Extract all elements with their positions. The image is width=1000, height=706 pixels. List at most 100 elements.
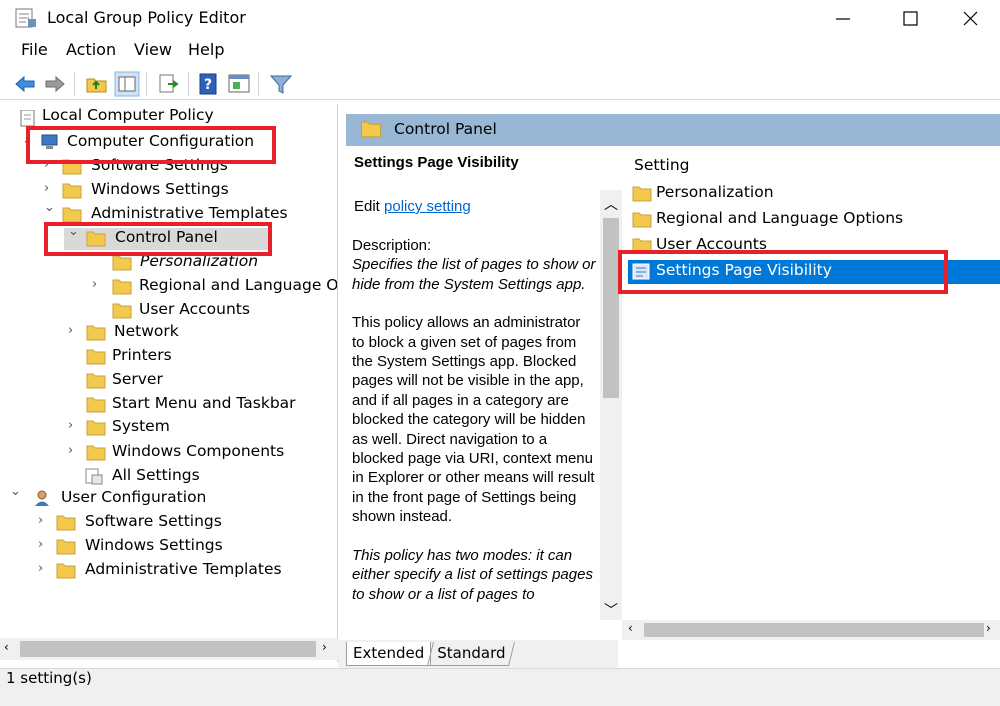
chevron-right-icon[interactable]: › (68, 418, 80, 436)
folder-icon (86, 420, 106, 436)
scroll-right-icon[interactable]: › (322, 640, 327, 654)
settings-list-pane: Setting Personalization Regional and Lan… (622, 146, 1000, 640)
tab-standard[interactable]: Standard (427, 642, 516, 666)
chevron-right-icon[interactable]: › (38, 537, 50, 555)
description-label: Description: (352, 237, 432, 254)
toolbar-separator (74, 72, 75, 96)
scroll-up-icon[interactable]: ︿ (604, 194, 618, 214)
status-text: 1 setting(s) (6, 669, 92, 687)
chevron-right-icon[interactable]: › (92, 277, 104, 295)
tree-label: Administrative Templates (91, 204, 288, 222)
forward-icon[interactable] (42, 71, 68, 97)
export-list-icon[interactable] (156, 71, 182, 97)
tab-extended[interactable]: Extended (346, 642, 432, 666)
tree-network[interactable]: › Network (0, 322, 320, 344)
filter-icon[interactable] (268, 71, 294, 97)
scroll-left-icon[interactable]: ‹ (628, 621, 633, 635)
folder-icon (62, 183, 82, 199)
tree-label: User Configuration (61, 488, 207, 506)
svg-text:?: ? (204, 77, 212, 93)
scrollbar-thumb[interactable] (20, 641, 316, 657)
tree-label: Printers (112, 346, 172, 364)
description-body: Description: Specifies the list of pages… (352, 236, 596, 623)
folder-icon (112, 303, 132, 319)
edit-policy-setting-link[interactable]: policy setting (384, 198, 471, 215)
folder-icon (86, 325, 106, 341)
tree-label: Windows Settings (85, 536, 223, 554)
list-item[interactable]: Regional and Language Options (628, 208, 1000, 232)
tree-label: Software Settings (85, 512, 222, 530)
status-bar: 1 setting(s) (0, 668, 1000, 706)
chevron-right-icon[interactable]: › (38, 513, 50, 531)
tree-label: Regional and Language Opti (139, 276, 338, 294)
close-button[interactable] (956, 8, 986, 30)
tree-label: User Accounts (139, 300, 250, 318)
annotation-highlight-settings-page-visibility (618, 250, 948, 294)
column-header-setting[interactable]: Setting (634, 156, 690, 174)
maximize-button[interactable] (896, 8, 926, 30)
tab-label: Standard (437, 644, 506, 662)
details-header-title: Control Panel (394, 120, 497, 138)
show-hide-tree-icon[interactable] (114, 71, 140, 97)
tree-uc-administrative-templates[interactable]: › Administrative Templates (0, 560, 320, 582)
details-header: Control Panel (346, 114, 1000, 146)
list-horizontal-scrollbar[interactable]: ‹ › (622, 620, 1000, 640)
menu-view[interactable]: View (134, 40, 172, 59)
menu-help[interactable]: Help (188, 40, 224, 59)
tree-label: Administrative Templates (85, 560, 282, 578)
up-folder-icon[interactable] (84, 71, 110, 97)
tree-user-accounts[interactable]: User Accounts (0, 300, 320, 322)
tree-uc-software-settings[interactable]: › Software Settings (0, 512, 320, 534)
folder-icon (112, 255, 132, 271)
policy-document-icon (20, 110, 35, 127)
description-pane: Settings Page Visibility Edit policy set… (346, 146, 600, 640)
menu-bar: File Action View Help (0, 38, 1000, 64)
toolbar: ? (0, 68, 1000, 100)
toolbar-separator (188, 72, 189, 96)
toolbar-separator (146, 72, 147, 96)
tree-system[interactable]: › System (0, 417, 320, 439)
folder-icon (56, 539, 76, 555)
tree-windows-components[interactable]: › Windows Components (0, 442, 320, 464)
user-icon (35, 490, 49, 506)
tree-uc-windows-settings[interactable]: › Windows Settings (0, 536, 320, 558)
tree-printers[interactable]: Printers (0, 346, 320, 368)
chevron-right-icon[interactable]: › (44, 181, 56, 199)
tree-start-menu-taskbar[interactable]: Start Menu and Taskbar (0, 394, 320, 416)
annotation-highlight-computer-configuration (26, 126, 276, 164)
chevron-right-icon[interactable]: › (68, 443, 80, 461)
scroll-right-icon[interactable]: › (986, 621, 991, 635)
list-item[interactable]: Personalization (628, 182, 1000, 206)
title-bar: Local Group Policy Editor (0, 0, 1000, 36)
chevron-down-icon[interactable]: ⌄ (10, 484, 22, 502)
tree-label: Windows Settings (91, 180, 229, 198)
tree-label: System (112, 417, 170, 435)
tree-all-settings[interactable]: All Settings (0, 466, 320, 488)
scroll-down-icon[interactable]: ﹀ (604, 600, 618, 620)
tree-server[interactable]: Server (0, 370, 320, 392)
scrollbar-thumb[interactable] (603, 218, 619, 398)
chevron-right-icon[interactable]: › (38, 561, 50, 579)
tree-label: All Settings (112, 466, 200, 484)
tree-cc-windows-settings[interactable]: › Windows Settings (0, 180, 320, 202)
tree-label: Local Computer Policy (42, 106, 214, 124)
tree-horizontal-scrollbar[interactable]: ‹ › (0, 638, 338, 660)
menu-action[interactable]: Action (66, 40, 116, 59)
list-item-label: Regional and Language Options (656, 209, 904, 227)
window-title: Local Group Policy Editor (47, 8, 246, 27)
chevron-right-icon[interactable]: › (68, 323, 80, 341)
minimize-button[interactable] (828, 8, 858, 30)
back-icon[interactable] (12, 71, 38, 97)
folder-icon (56, 563, 76, 579)
folder-icon (62, 207, 82, 223)
help-icon[interactable]: ? (196, 71, 222, 97)
tree-user-configuration[interactable]: ⌄ User Configuration (0, 484, 320, 510)
scroll-left-icon[interactable]: ‹ (4, 640, 9, 654)
toolbar-separator (258, 72, 259, 96)
tree-regional-language[interactable]: › Regional and Language Opti (0, 276, 338, 298)
menu-file[interactable]: File (21, 40, 48, 59)
chevron-down-icon[interactable]: ⌄ (44, 200, 56, 218)
scrollbar-thumb[interactable] (644, 623, 984, 637)
description-text: This policy allows an administrator to b… (352, 314, 595, 526)
properties-icon[interactable] (226, 71, 252, 97)
